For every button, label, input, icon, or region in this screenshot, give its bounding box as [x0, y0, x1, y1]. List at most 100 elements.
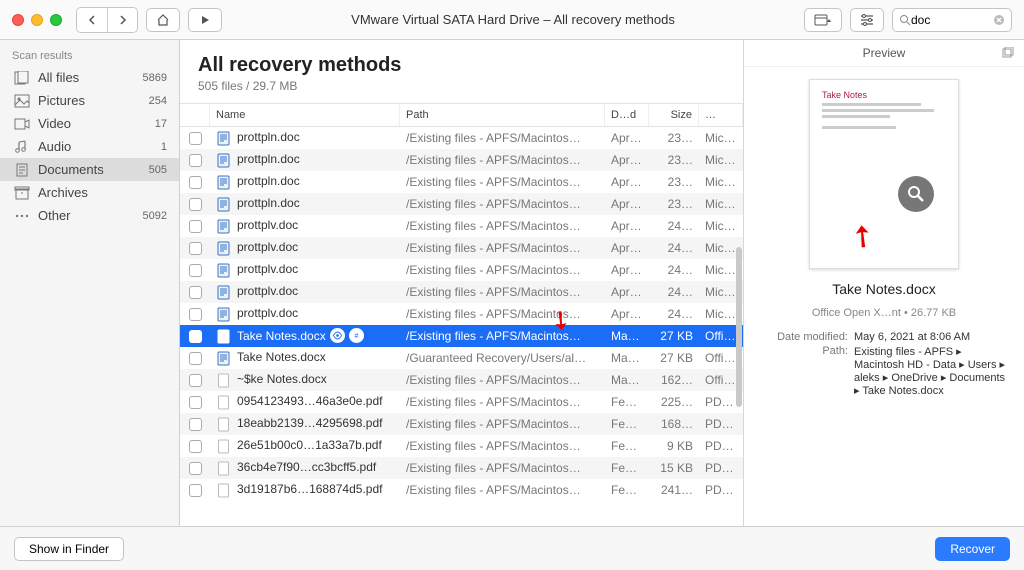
file-path: /Existing files - APFS/Macintos…	[400, 285, 605, 299]
sidebar-item-video[interactable]: Video17	[0, 112, 179, 135]
back-button[interactable]	[77, 8, 107, 32]
row-checkbox[interactable]	[189, 220, 202, 233]
file-name: prottpln.doc	[237, 130, 300, 144]
footer: Show in Finder Recover	[0, 526, 1024, 570]
column-size[interactable]: Size	[649, 104, 699, 126]
row-checkbox[interactable]	[189, 396, 202, 409]
table-row[interactable]: 0954123493…46a3e0e.pdf/Existing files - …	[180, 391, 743, 413]
row-checkbox[interactable]	[189, 440, 202, 453]
file-name: 36cb4e7f90…cc3bcff5.pdf	[237, 460, 376, 474]
scrollbar[interactable]	[736, 247, 742, 407]
row-checkbox[interactable]	[189, 308, 202, 321]
hex-badge-icon[interactable]: #	[349, 328, 364, 343]
row-checkbox[interactable]	[189, 286, 202, 299]
file-size: 15 KB	[649, 461, 699, 475]
video-icon	[14, 117, 30, 131]
table-row[interactable]: prottpln.doc/Existing files - APFS/Macin…	[180, 193, 743, 215]
search-input[interactable]	[911, 13, 993, 27]
file-icon	[216, 153, 231, 168]
row-checkbox[interactable]	[189, 484, 202, 497]
file-path: /Existing files - APFS/Macintos…	[400, 263, 605, 277]
table-row[interactable]: prottplv.doc/Existing files - APFS/Macin…	[180, 215, 743, 237]
row-checkbox[interactable]	[189, 418, 202, 431]
table-body[interactable]: ➘ prottpln.doc/Existing files - APFS/Mac…	[180, 127, 743, 526]
table-row[interactable]: 18eabb2139…4295698.pdf/Existing files - …	[180, 413, 743, 435]
home-button[interactable]	[146, 8, 180, 32]
minimize-window-icon[interactable]	[31, 14, 43, 26]
row-checkbox[interactable]	[189, 352, 202, 365]
row-checkbox[interactable]	[189, 198, 202, 211]
search-box[interactable]	[892, 8, 1012, 32]
file-name: prottpln.doc	[237, 152, 300, 166]
copy-icon[interactable]	[1001, 47, 1014, 60]
column-path[interactable]: Path	[400, 104, 605, 126]
sidebar: Scan results All files5869Pictures254Vid…	[0, 40, 180, 526]
column-kind[interactable]: …	[699, 104, 743, 126]
file-name: 3d19187b6…168874d5.pdf	[237, 482, 382, 496]
preview-badge-icon[interactable]	[330, 328, 345, 343]
row-checkbox[interactable]	[189, 462, 202, 475]
table-row[interactable]: 36cb4e7f90…cc3bcff5.pdf/Existing files -…	[180, 457, 743, 479]
forward-button[interactable]	[107, 8, 137, 32]
table-row[interactable]: prottpln.doc/Existing files - APFS/Macin…	[180, 127, 743, 149]
file-path: /Existing files - APFS/Macintos…	[400, 395, 605, 409]
table-header: Name Path D…d Size …	[180, 103, 743, 127]
file-size: 24…	[649, 241, 699, 255]
play-button[interactable]	[188, 8, 222, 32]
file-name: prottplv.doc	[237, 218, 298, 232]
table-row[interactable]: prottpln.doc/Existing files - APFS/Macin…	[180, 171, 743, 193]
sidebar-item-documents[interactable]: Documents505	[0, 158, 179, 181]
table-row[interactable]: Take Notes.docx/Guaranteed Recovery/User…	[180, 347, 743, 369]
row-checkbox[interactable]	[189, 176, 202, 189]
row-checkbox[interactable]	[189, 374, 202, 387]
file-date: Feb…	[605, 439, 649, 453]
file-size: 23…	[649, 175, 699, 189]
row-checkbox[interactable]	[189, 264, 202, 277]
file-path: /Existing files - APFS/Macintos…	[400, 197, 605, 211]
sidebar-item-all-files[interactable]: All files5869	[0, 66, 179, 89]
sidebar-item-audio[interactable]: Audio1	[0, 135, 179, 158]
file-name: 26e51b00c0…1a33a7b.pdf	[237, 438, 382, 452]
settings-button[interactable]	[850, 8, 884, 32]
sidebar-item-pictures[interactable]: Pictures254	[0, 89, 179, 112]
row-checkbox[interactable]	[189, 330, 202, 343]
sidebar-heading: Scan results	[0, 46, 179, 66]
file-name: Take Notes.docx	[237, 350, 326, 364]
recover-button[interactable]: Recover	[935, 537, 1010, 561]
sidebar-item-archives[interactable]: Archives	[0, 181, 179, 204]
file-kind: PDF…	[699, 461, 743, 475]
file-date: Apr…	[605, 153, 649, 167]
zoom-window-icon[interactable]	[50, 14, 62, 26]
column-date[interactable]: D…d	[605, 104, 649, 126]
field-value: May 6, 2021 at 8:06 AM	[854, 331, 1006, 343]
file-size: 241…	[649, 483, 699, 497]
column-check[interactable]	[180, 104, 210, 126]
file-icon	[216, 395, 231, 410]
table-row[interactable]: prottplv.doc/Existing files - APFS/Macin…	[180, 259, 743, 281]
clear-search-icon[interactable]	[993, 14, 1005, 26]
close-window-icon[interactable]	[12, 14, 24, 26]
thumb-title: Take Notes	[822, 90, 946, 100]
table-row[interactable]: ~$ke Notes.docx/Existing files - APFS/Ma…	[180, 369, 743, 391]
magnifier-button[interactable]	[898, 176, 934, 212]
file-name: prottpln.doc	[237, 174, 300, 188]
show-in-finder-button[interactable]: Show in Finder	[14, 537, 124, 561]
row-checkbox[interactable]	[189, 132, 202, 145]
view-options-button[interactable]	[804, 8, 842, 32]
sidebar-item-other[interactable]: Other5092	[0, 204, 179, 227]
table-row[interactable]: prottplv.doc/Existing files - APFS/Macin…	[180, 237, 743, 259]
preview-pane: Preview Take Notes ➘ Take Notes.docx Off…	[744, 40, 1024, 526]
row-checkbox[interactable]	[189, 242, 202, 255]
table-row[interactable]: prottplv.doc/Existing files - APFS/Macin…	[180, 281, 743, 303]
table-row[interactable]: prottpln.doc/Existing files - APFS/Macin…	[180, 149, 743, 171]
row-checkbox[interactable]	[189, 154, 202, 167]
file-kind: Mic…	[699, 219, 743, 233]
column-name[interactable]: Name	[210, 104, 400, 126]
table-row[interactable]: prottplv.doc/Existing files - APFS/Macin…	[180, 303, 743, 325]
table-row[interactable]: Take Notes.docx#/Existing files - APFS/M…	[180, 325, 743, 347]
table-row[interactable]: 26e51b00c0…1a33a7b.pdf/Existing files - …	[180, 435, 743, 457]
table-row[interactable]: 3d19187b6…168874d5.pdf/Existing files - …	[180, 479, 743, 501]
file-icon	[216, 307, 231, 322]
file-size: 162…	[649, 373, 699, 387]
sidebar-item-count: 254	[149, 95, 167, 107]
